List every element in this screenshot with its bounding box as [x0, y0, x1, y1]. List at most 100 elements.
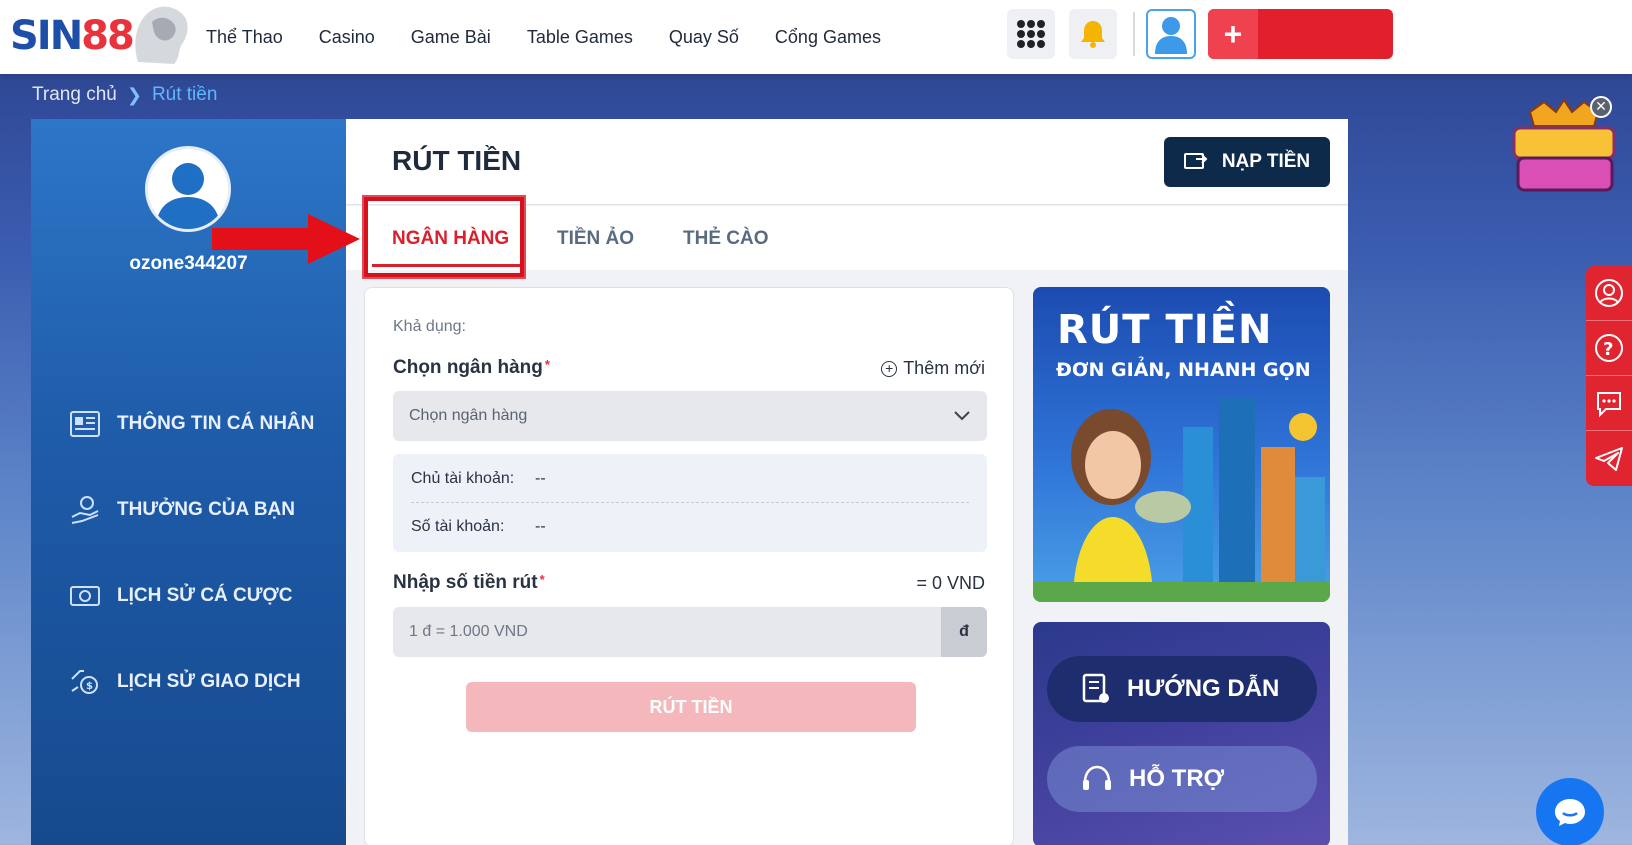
nav-casino[interactable]: Casino — [319, 27, 375, 48]
chevron-down-icon — [954, 411, 970, 421]
question-icon: ? — [1595, 334, 1623, 362]
deposit-button-label: NẠP TIỀN — [1221, 151, 1311, 172]
plus-icon: + — [1208, 9, 1258, 59]
account-info-box: Chủ tài khoản: -- Số tài khoản: -- — [393, 454, 987, 552]
withdraw-promo-banner[interactable]: RÚT TIỀN ĐƠN GIẢN, NHANH GỌN — [1033, 287, 1330, 602]
nav-quay-so[interactable]: Quay Số — [669, 27, 739, 48]
sidebar-menu: THÔNG TIN CÁ NHÂN THƯỞNG CỦA BẠN LỊCH SỬ… — [69, 381, 314, 725]
chat-icon — [1555, 799, 1585, 826]
headset-icon — [1083, 765, 1111, 790]
main-nav: Thể Thao Casino Game Bài Table Games Qua… — [206, 0, 917, 74]
header-deposit-button[interactable]: + — [1208, 9, 1393, 59]
breadcrumb: Trang chủ ❯ Rút tiền — [32, 84, 217, 106]
id-card-icon — [69, 408, 101, 440]
guide-document-icon — [1082, 673, 1109, 703]
help-banner: HƯỚNG DẪN HỖ TRỢ — [1033, 622, 1330, 845]
support-button[interactable]: HỖ TRỢ — [1047, 746, 1317, 812]
reward-hand-icon — [69, 494, 101, 526]
nav-table-games[interactable]: Table Games — [527, 27, 633, 48]
sidebar-item-label: THÔNG TIN CÁ NHÂN — [117, 413, 315, 434]
close-icon[interactable]: ✕ — [1590, 96, 1612, 118]
guide-button[interactable]: HƯỚNG DẪN — [1047, 656, 1317, 722]
breadcrumb-home[interactable]: Trang chủ — [32, 84, 117, 106]
nav-game-bai[interactable]: Game Bài — [411, 27, 491, 48]
deposit-icon — [1183, 153, 1208, 169]
account-holder-label: Chủ tài khoản: — [411, 470, 515, 487]
sidebar-item-transaction-history[interactable]: $ LỊCH SỬ GIAO DỊCH — [69, 639, 314, 725]
amount-field-label-text: Nhập số tiền rút — [393, 572, 538, 593]
user-icon — [1155, 17, 1187, 54]
sidebar-item-personal-info[interactable]: THÔNG TIN CÁ NHÂN — [69, 381, 314, 467]
bank-field-label-text: Chọn ngân hàng — [393, 357, 543, 378]
amount-field-label: Nhập số tiền rút * — [393, 572, 545, 594]
logo-text-88: 88 — [81, 13, 135, 59]
required-asterisk: * — [539, 572, 545, 587]
divider — [411, 502, 969, 503]
site-logo[interactable]: SIN88 — [10, 6, 188, 66]
account-holder-value: -- — [535, 470, 546, 487]
svg-text:$: $ — [86, 681, 93, 692]
account-holder-row: Chủ tài khoản: -- — [411, 470, 546, 488]
sidebar-item-label: THƯỞNG CỦA BẠN — [117, 499, 295, 520]
user-circle-icon — [1595, 279, 1623, 307]
live-chat-button[interactable] — [1536, 778, 1604, 845]
banner-subtitle: ĐƠN GIẢN, NHANH GỌN — [1056, 359, 1311, 381]
account-avatar-button[interactable] — [1146, 9, 1196, 59]
grid-icon — [1017, 20, 1045, 48]
breadcrumb-current: Rút tiền — [151, 84, 218, 105]
telegram-icon — [1595, 446, 1623, 471]
tab-tien-ao[interactable]: TIỀN ẢO — [557, 228, 634, 250]
withdraw-panel: RÚT TIỀN NẠP TIỀN NGÂN HÀNG TIỀN ẢO THẺ … — [346, 119, 1348, 845]
guide-label: HƯỚNG DẪN — [1127, 675, 1280, 702]
add-new-bank-button[interactable]: + Thêm mới — [881, 358, 985, 379]
add-circle-icon: + — [881, 360, 898, 377]
page-title: RÚT TIỀN — [392, 145, 522, 176]
amount-input-group: đ — [393, 607, 987, 657]
banner-title: RÚT TIỀN — [1057, 307, 1273, 353]
nav-the-thao[interactable]: Thể Thao — [206, 27, 283, 48]
sidebar-item-label: LỊCH SỬ GIAO DỊCH — [117, 671, 301, 692]
active-tab-underline — [372, 264, 520, 267]
bank-select-placeholder: Chọn ngân hàng — [409, 407, 528, 424]
promo-illustration-icon — [1033, 397, 1330, 602]
chevron-right-icon: ❯ — [126, 84, 142, 105]
svg-text:?: ? — [1603, 339, 1613, 360]
chat-bubble-icon — [1597, 392, 1621, 418]
panel-header: RÚT TIỀN NẠP TIỀN — [346, 119, 1348, 205]
nav-cong-games[interactable]: Cổng Games — [775, 27, 881, 48]
chat-tool-button[interactable] — [1586, 376, 1632, 431]
telegram-tool-button[interactable] — [1586, 431, 1632, 486]
account-number-row: Số tài khoản: -- — [411, 518, 546, 536]
transaction-icon: $ — [69, 666, 101, 698]
add-new-label: Thêm mới — [903, 358, 985, 378]
bell-icon — [1081, 21, 1105, 48]
annotation-arrow — [212, 214, 360, 264]
account-tool-button[interactable] — [1586, 266, 1632, 321]
available-balance-label: Khả dụng: — [393, 318, 466, 335]
lion-logo-icon — [135, 6, 188, 64]
cash-icon — [69, 580, 101, 612]
support-label: HỖ TRỢ — [1129, 765, 1225, 792]
deposit-button[interactable]: NẠP TIỀN — [1164, 137, 1330, 187]
sidebar-item-label: LỊCH SỬ CÁ CƯỢC — [117, 585, 293, 606]
header-divider — [1133, 12, 1135, 56]
account-number-label: Số tài khoản: — [411, 518, 505, 535]
top-header: SIN88 Thể Thao Casino Game Bài Table Gam… — [0, 0, 1632, 74]
currency-unit: đ — [941, 607, 987, 657]
bank-field-label: Chọn ngân hàng * — [393, 357, 550, 379]
withdraw-submit-button[interactable]: RÚT TIỀN — [466, 682, 916, 732]
bank-select[interactable]: Chọn ngân hàng — [393, 391, 987, 441]
withdraw-form: Khả dụng: Chọn ngân hàng * + Thêm mới Chọ… — [364, 287, 1014, 845]
required-asterisk: * — [544, 357, 550, 372]
apps-grid-button[interactable] — [1007, 9, 1055, 59]
account-number-value: -- — [535, 518, 546, 535]
notifications-button[interactable] — [1069, 9, 1117, 59]
amount-equivalent: = 0 VND — [916, 573, 985, 593]
side-toolbar: ? — [1586, 266, 1632, 486]
logo-text-sin: SIN — [10, 13, 83, 59]
tab-the-cao[interactable]: THẺ CÀO — [683, 228, 769, 250]
sidebar-item-rewards[interactable]: THƯỞNG CỦA BẠN — [69, 467, 314, 553]
help-tool-button[interactable]: ? — [1586, 321, 1632, 376]
sidebar-item-bet-history[interactable]: LỊCH SỬ CÁ CƯỢC — [69, 553, 314, 639]
amount-input[interactable] — [393, 607, 941, 657]
